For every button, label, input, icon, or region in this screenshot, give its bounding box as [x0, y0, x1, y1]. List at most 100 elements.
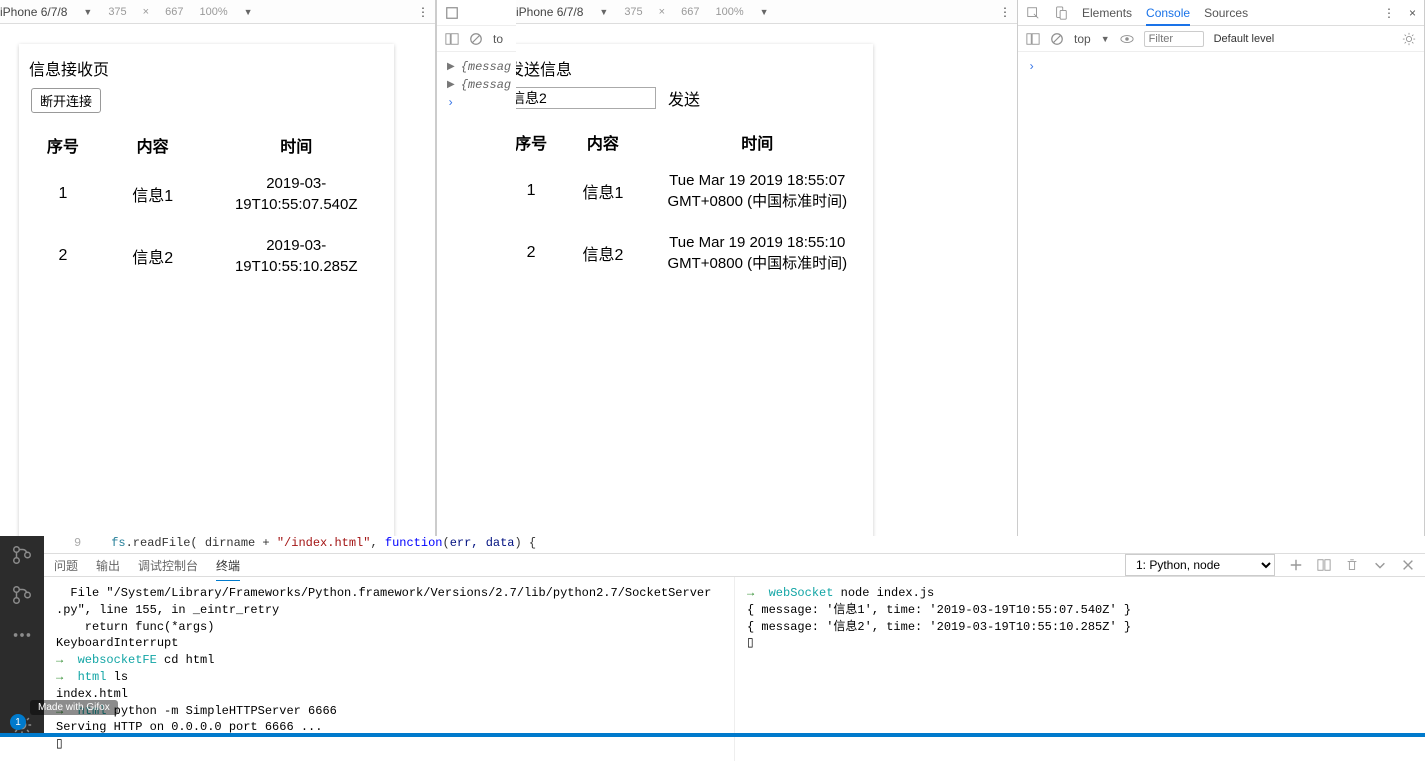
more-icon[interactable]: ⋮ [999, 5, 1011, 19]
tab-debug[interactable]: 调试控制台 [138, 557, 198, 574]
device-height[interactable]: 667 [681, 6, 699, 18]
more-icon[interactable] [11, 624, 33, 646]
badge: 1 [10, 714, 26, 730]
source-control-icon[interactable] [11, 544, 33, 566]
chevron-down-icon[interactable]: ▼ [1101, 34, 1110, 44]
cell-content: 信息2 [556, 222, 649, 284]
devtools-toolbar [437, 0, 516, 26]
trash-icon[interactable] [1345, 558, 1359, 572]
chevron-down-icon[interactable]: ▼ [83, 7, 92, 17]
context-label[interactable]: to [493, 32, 503, 46]
col-time: 时间 [206, 127, 386, 163]
close-icon[interactable]: × [1409, 6, 1416, 20]
device-toolbar: iPhone 6/7/8 ▼ 375 × 667 100% ▼ ⋮ [0, 0, 435, 24]
context-selector[interactable]: top [1074, 32, 1091, 46]
browser-window-receiver: iPhone 6/7/8 ▼ 375 × 667 100% ▼ ⋮ 信息接收页 断开… [0, 0, 436, 536]
code-token: , [370, 536, 384, 550]
tab-problems[interactable]: 问题 [54, 557, 78, 574]
chevron-down-icon[interactable]: ▼ [599, 7, 608, 17]
device-name[interactable]: iPhone 6/7/8 [516, 5, 583, 19]
code-token: "/index.html" [277, 536, 371, 550]
table-row: 1 信息1 2019-03-19T10:55:07.540Z [27, 163, 386, 225]
chevron-down-icon[interactable] [1373, 558, 1387, 572]
console-prompt-icon[interactable]: › [447, 96, 454, 110]
toggle-device-icon[interactable] [445, 6, 459, 20]
eye-icon[interactable] [1120, 32, 1134, 46]
cell-content: 信息1 [556, 160, 649, 222]
code-token: fs [111, 536, 125, 550]
filter-input[interactable] [1144, 31, 1204, 47]
device-toolbar: iPhone 6/7/8 ▼ 375 × 667 100% ▼ ⋮ [516, 0, 1017, 24]
page-title: 信息接收页 [27, 52, 386, 84]
term-dir: websocketFE [78, 653, 157, 667]
expand-icon[interactable]: ▶ [447, 61, 455, 73]
tab-sources[interactable]: Sources [1204, 6, 1248, 20]
source-control-icon[interactable] [11, 584, 33, 606]
term-line: ▯ [747, 636, 754, 650]
col-content: 内容 [99, 127, 207, 163]
sidebar-icon[interactable] [1026, 32, 1040, 46]
term-line: return func(*args) [56, 620, 214, 634]
device-height[interactable]: 667 [165, 6, 183, 18]
devtools-tabs: Elements Console Sources ⋮ × [1018, 0, 1424, 26]
console-object[interactable]: {messag [461, 78, 511, 92]
chevron-down-icon[interactable]: ▼ [244, 7, 253, 17]
term-line: { message: '信息2', time: '2019-03-19T10:5… [747, 620, 1131, 634]
cell-time: Tue Mar 19 2019 18:55:10 GMT+0800 (中国标准时… [650, 222, 865, 284]
more-icon[interactable]: ⋮ [1383, 6, 1395, 20]
devtools-panel: Elements Console Sources ⋮ × top ▼ Defau… [1018, 0, 1425, 536]
console-toolbar: top ▼ Default level [1018, 26, 1424, 52]
tab-console[interactable]: Console [1146, 6, 1190, 26]
col-time: 时间 [650, 124, 865, 160]
device-zoom[interactable]: 100% [199, 6, 227, 18]
term-line: { message: '信息1', time: '2019-03-19T10:5… [747, 603, 1131, 617]
device-name[interactable]: iPhone 6/7/8 [0, 5, 67, 19]
device-zoom[interactable]: 100% [715, 6, 743, 18]
mobile-viewport: 信息接收页 断开连接 序号 内容 时间 1 信息1 2019-03-19T10:… [19, 44, 394, 541]
tab-elements[interactable]: Elements [1082, 6, 1132, 20]
term-line: KeyboardInterrupt [56, 636, 178, 650]
messages-table: 序号 内容 时间 1 信息1 2019-03-19T10:55:07.540Z … [27, 127, 386, 287]
status-bar[interactable] [0, 733, 1425, 737]
device-width[interactable]: 375 [624, 6, 642, 18]
clear-icon[interactable] [469, 32, 483, 46]
code-token: dirname + [198, 536, 277, 550]
tab-output[interactable]: 输出 [96, 557, 120, 574]
dimension-x: × [659, 6, 665, 18]
terminal-panel: 问题 输出 调试控制台 终端 1: Python, node File "/Sy… [44, 554, 1425, 733]
code-token: ( [442, 536, 449, 550]
cell-index: 1 [27, 163, 99, 225]
col-content: 内容 [556, 124, 649, 160]
level-selector[interactable]: Default level [1214, 33, 1275, 45]
message-input[interactable] [506, 87, 656, 109]
browser-window-sender: to ▶ {messag ▶ {messag › iPhone 6/7/8 ▼ 375… [436, 0, 1018, 536]
gear-icon[interactable] [1402, 32, 1416, 46]
line-number: 9 [74, 536, 81, 550]
send-button[interactable]: 发送 [668, 86, 700, 110]
term-line: .py", line 155, in _eintr_retry [56, 603, 279, 617]
cell-content: 信息1 [99, 163, 207, 225]
term-line: File "/System/Library/Frameworks/Python.… [56, 586, 711, 600]
console-prompt-icon[interactable]: › [1028, 60, 1035, 74]
disconnect-button[interactable]: 断开连接 [31, 88, 101, 113]
terminal-selector[interactable]: 1: Python, node [1125, 554, 1275, 576]
toggle-device-icon[interactable] [1054, 6, 1068, 20]
console-toolbar: to [437, 26, 516, 52]
expand-icon[interactable]: ▶ [447, 79, 455, 91]
plus-icon[interactable] [1289, 558, 1303, 572]
messages-table: 序号 内容 时间 1 信息1 Tue Mar 19 2019 18:55:07 … [506, 124, 865, 284]
prompt-arrow-icon: → [747, 586, 769, 600]
dimension-x: × [143, 6, 149, 18]
device-width[interactable]: 375 [108, 6, 126, 18]
cell-time: Tue Mar 19 2019 18:55:07 GMT+0800 (中国标准时… [650, 160, 865, 222]
console-object[interactable]: {messag [461, 60, 511, 74]
chevron-down-icon[interactable]: ▼ [760, 7, 769, 17]
clear-icon[interactable] [1050, 32, 1064, 46]
terminal-tabs: 问题 输出 调试控制台 终端 1: Python, node [44, 554, 1425, 577]
close-icon[interactable] [1401, 558, 1415, 572]
prompt-arrow-icon: → [56, 670, 78, 684]
sidebar-icon[interactable] [445, 32, 459, 46]
inspect-icon[interactable] [1026, 6, 1040, 20]
split-icon[interactable] [1317, 558, 1331, 572]
more-icon[interactable]: ⋮ [417, 5, 429, 19]
